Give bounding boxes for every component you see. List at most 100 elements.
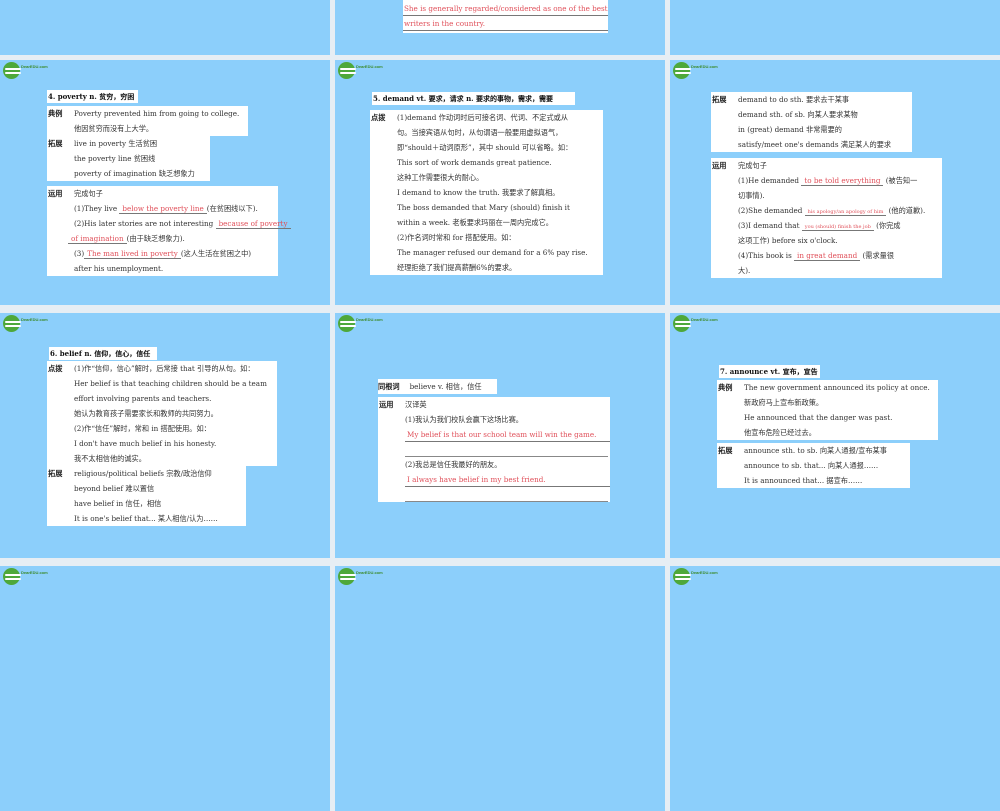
- line-text: (他的道歉).: [886, 206, 926, 215]
- line-text: (2)作“信任”解时，常和 in 搭配使用。如：: [74, 424, 211, 433]
- text-line: (4)This book is in great demand (需求量很: [711, 248, 942, 263]
- logo-icon: [673, 62, 691, 79]
- text-line: [405, 487, 608, 502]
- text-line: 句。当接宾语从句时，从句谓语一般要用虚拟语气，: [370, 125, 603, 140]
- line-text: 句。当接宾语从句时，从句谓语一般要用虚拟语气，: [397, 128, 563, 137]
- text-line: The manager refused our demand for a 6% …: [370, 245, 603, 260]
- line-text: This sort of work demands great patience…: [397, 158, 552, 167]
- text-line: announce to sb. that... 向某人通报……: [717, 458, 910, 473]
- answer-text: I always have belief in my best friend.: [407, 475, 546, 484]
- line-text: after his unemployment.: [74, 264, 164, 273]
- answer-text: The man lived in poverty: [84, 249, 181, 259]
- line-text: (1)They live: [74, 204, 120, 213]
- logo: DearEDU.com: [3, 568, 63, 586]
- slide-thumbnail-prev-3[interactable]: [670, 0, 1000, 55]
- line-text: Poverty prevented him from going to coll…: [74, 109, 240, 118]
- slide-thumbnail-next-1[interactable]: DearEDU.com: [0, 566, 330, 811]
- line-text: (2)His later stories are not interesting: [74, 219, 216, 228]
- section-label: 点拨: [48, 364, 63, 373]
- text-line: (1)They live below the poverty line (在贫困线…: [47, 201, 278, 216]
- line-text: (需求量很: [860, 251, 895, 260]
- line-text: (4)This book is: [738, 251, 795, 260]
- slide-thumbnail[interactable]: DearEDU.com 7. announce vt. 宣布，宣告典例 The ne…: [670, 313, 1000, 558]
- content-box: 典例 The new government announced its polic…: [717, 380, 938, 440]
- logo: DearEDU.com: [3, 315, 63, 333]
- line-text: the poverty line 贫困线: [74, 154, 156, 163]
- text-line: He announced that the danger was past.: [717, 410, 938, 425]
- text-line: 新政府马上宣布新政策。: [717, 395, 938, 410]
- text-line: Her belief is that teaching children sho…: [47, 376, 277, 391]
- text-line: 这项工作) before six o'clock.: [711, 233, 942, 248]
- line-text: 完成句子: [74, 189, 103, 198]
- slide-thumbnail-next-3[interactable]: DearEDU.com: [670, 566, 1000, 811]
- line-text: (2)我总是信任我最好的朋友。: [405, 460, 502, 469]
- logo: DearEDU.com: [3, 62, 63, 80]
- line-text: satisfy/meet one's demands 满足某人的要求: [738, 140, 892, 149]
- slide-thumbnail-prev-1[interactable]: [0, 0, 330, 55]
- text-line: [405, 442, 608, 457]
- logo: DearEDU.com: [338, 62, 398, 80]
- slide-title: 5. demand vt. 要求，请求 n. 要求的事物，需求，需要: [372, 92, 575, 105]
- logo-text: DearEDU.com: [691, 64, 718, 69]
- text-line: 即“should＋动词原形”，其中 should 可以省略。如：: [370, 140, 603, 155]
- text-line: after his unemployment.: [47, 261, 278, 276]
- text-line: 这种工作需要很大的耐心。: [370, 170, 603, 185]
- section-label: 运用: [379, 400, 394, 409]
- line-text: The new government announced its policy …: [744, 383, 930, 392]
- text-line: the poverty line 贫困线: [47, 151, 210, 166]
- text-line: 经理拒绝了我们提高薪酬6%的要求。: [370, 260, 603, 275]
- line-text: announce sth. to sb. 向某人通报/宣布某事: [744, 446, 887, 455]
- line-text: live in poverty 生活贫困: [74, 139, 158, 148]
- line-text: 经理拒绝了我们提高薪酬6%的要求。: [397, 263, 517, 272]
- text-line: beyond belief 难以置信: [47, 481, 246, 496]
- text-line: 他宣布危险已经过去。: [717, 425, 938, 440]
- slide-thumbnail[interactable]: DearEDU.com 同根词 believe v. 相信，信任 运用 汉译英 (1)我认…: [335, 313, 665, 558]
- line-text: (你完成: [873, 221, 901, 230]
- slide-title: 7. announce vt. 宣布，宣告: [719, 365, 820, 378]
- slide-thumbnail-next-2[interactable]: DearEDU.com: [335, 566, 665, 811]
- slide-thumbnail[interactable]: DearEDU.com 拓展 demand to do sth. 要求去干某事 dem…: [670, 60, 1000, 305]
- logo-icon: [338, 62, 356, 79]
- line-text: have belief in 信任，相信: [74, 499, 162, 508]
- text-line: I don't have much belief in his honesty.: [47, 436, 277, 451]
- logo: DearEDU.com: [673, 315, 733, 333]
- line-text: (1)He demanded: [738, 176, 802, 185]
- content-box: 同根词 believe v. 相信，信任: [378, 379, 497, 394]
- line-text: (2)She demanded: [738, 206, 805, 215]
- content-box: 运用 完成句子 (1)They live below the poverty lin…: [47, 186, 291, 276]
- slide-thumbnail[interactable]: DearEDU.com 4. poverty n. 贫穷，穷困 典例 Poverty …: [0, 60, 330, 305]
- logo-icon: [673, 315, 691, 332]
- text-line: (1)He demanded to be told everything (被告…: [711, 173, 942, 188]
- answer-box: She is generally regarded/considered as …: [403, 0, 608, 33]
- text-line: My belief is that our school team will w…: [405, 427, 610, 442]
- slide-thumbnail[interactable]: DearEDU.com 5. demand vt. 要求，请求 n. 要求的事物，…: [335, 60, 665, 305]
- content-box: 运用 汉译英 (1)我认为我们校队会赢下这场比赛。 My belief is that…: [378, 397, 610, 502]
- logo: DearEDU.com: [338, 568, 398, 586]
- text-line: Poverty prevented him from going to coll…: [47, 106, 248, 121]
- text-line: in (great) demand 非常需要的: [711, 122, 912, 137]
- line-text: Her belief is that teaching children sho…: [74, 379, 267, 388]
- text-line: The new government announced its policy …: [717, 380, 938, 395]
- answer-text: of imagination: [68, 234, 127, 244]
- content-box: 运用 完成句子 (1)He demanded to be told everythi…: [711, 158, 942, 278]
- line-text: I don't have much belief in his honesty.: [74, 439, 217, 448]
- line-text: (1)demand 作动词时后可接名词、代词、不定式或从: [397, 113, 569, 122]
- answer-text: in great demand: [794, 251, 861, 261]
- content-box: 典例 Poverty prevented him from going to co…: [47, 106, 248, 136]
- slide-thumbnail[interactable]: DearEDU.com 6. belief n. 信仰，信心，信任点拨 (1)作“信…: [0, 313, 330, 558]
- answer-text: to be told everything: [801, 176, 884, 186]
- text-line: effort involving parents and teachers.: [47, 391, 277, 406]
- slide-title: 6. belief n. 信仰，信心，信任: [49, 347, 157, 360]
- logo: DearEDU.com: [673, 62, 733, 80]
- text-line: believe v. 相信，信任: [400, 382, 482, 391]
- section-label: 典例: [48, 109, 63, 118]
- line-text: 我不太相信他的诚实。: [74, 454, 146, 463]
- line-text: The boss demanded that Mary (should) fin…: [397, 203, 570, 212]
- slide-thumbnail-prev-2[interactable]: She is generally regarded/considered as …: [335, 0, 665, 55]
- text-line: I demand to know the truth. 我要求了解真相。: [370, 185, 603, 200]
- text-line: poverty of imagination 缺乏想象力: [47, 166, 210, 181]
- line-text: 这项工作) before six o'clock.: [738, 236, 838, 245]
- line-text: (3): [74, 249, 85, 258]
- text-line: (1)作“信仰，信心”解时，后常接 that 引导的从句。如：: [47, 361, 277, 376]
- line-text: The manager refused our demand for a 6% …: [397, 248, 588, 257]
